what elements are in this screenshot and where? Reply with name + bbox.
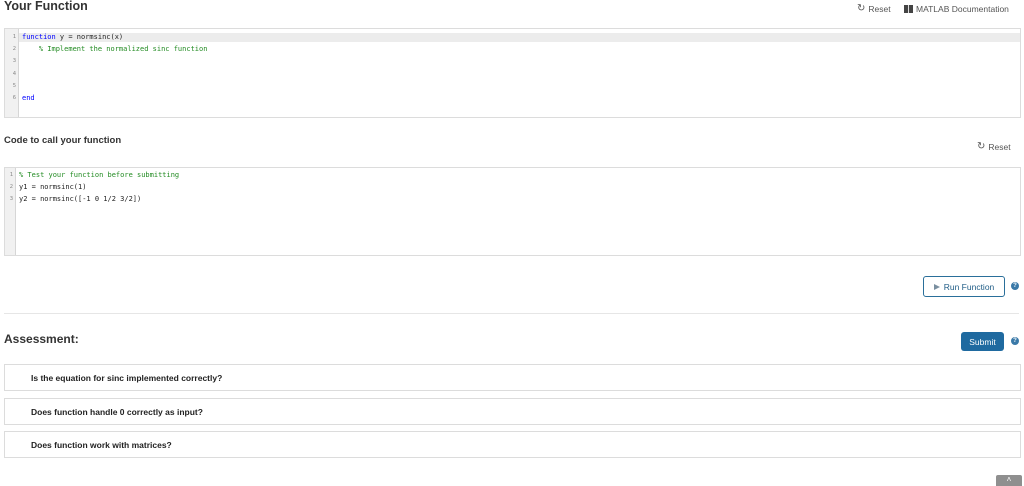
help-icon[interactable]: ?	[1011, 337, 1019, 345]
reset-icon: ↻	[977, 141, 986, 152]
assessment-item[interactable]: Is the equation for sinc implemented cor…	[4, 364, 1021, 391]
assessment-item[interactable]: Does function work with matrices?	[4, 431, 1021, 458]
code-comment-line: % Test your function before submitting	[19, 171, 180, 179]
code-line: y2 = normsinc([-1 0 1/2 3/2])	[19, 195, 142, 203]
code-text: y = normsinc(x)	[55, 33, 124, 41]
call-reset-button[interactable]: ↻ Reset	[977, 141, 1011, 153]
line-number: 5	[12, 83, 16, 89]
line-number: 6	[12, 95, 16, 101]
line-number: 3	[9, 196, 13, 202]
line-number-gutter: 1 2 3	[5, 168, 16, 255]
assessment-item-label: Does function handle 0 correctly as inpu…	[31, 406, 203, 417]
submit-button[interactable]: Submit	[961, 332, 1004, 351]
call-code-editor[interactable]: 1 2 3 % Test your function before submit…	[4, 167, 1021, 256]
section-divider	[4, 313, 1019, 314]
documentation-icon	[904, 5, 913, 13]
line-number: 1	[12, 34, 16, 40]
matlab-documentation-label: MATLAB Documentation	[916, 4, 1009, 14]
keyword-end: end	[22, 94, 35, 102]
line-number: 2	[12, 46, 16, 52]
assessment-item-label: Does function work with matrices?	[31, 439, 172, 450]
function-code-editor[interactable]: 1 2 3 4 5 6 function y = normsinc(x) % I…	[4, 28, 1021, 118]
current-line-highlight	[18, 33, 1020, 42]
call-reset-label: Reset	[988, 142, 1011, 152]
assessment-title: Assessment:	[4, 332, 79, 346]
code-line: y1 = normsinc(1)	[19, 183, 87, 191]
line-number: 4	[12, 71, 16, 77]
assessment-item-label: Is the equation for sinc implemented cor…	[31, 372, 223, 383]
chevron-up-icon: ˄	[1006, 475, 1012, 484]
your-function-title: Your Function	[4, 0, 88, 13]
keyword-function: function	[22, 33, 56, 41]
code-line: end	[22, 94, 35, 102]
scroll-to-top-button[interactable]: ˄	[996, 475, 1022, 486]
line-number: 1	[9, 172, 13, 178]
run-function-button[interactable]: Run Function	[923, 276, 1005, 297]
line-number: 3	[12, 58, 16, 64]
run-function-label: Run Function	[943, 281, 995, 292]
matlab-documentation-link[interactable]: MATLAB Documentation	[904, 4, 1009, 14]
call-code-title: Code to call your function	[4, 135, 122, 146]
assessment-item[interactable]: Does function handle 0 correctly as inpu…	[4, 398, 1021, 425]
function-reset-label: Reset	[868, 4, 891, 14]
help-icon[interactable]: ?	[1011, 282, 1019, 290]
reset-icon: ↻	[857, 3, 866, 14]
code-comment-line: % Implement the normalized sinc function	[22, 45, 208, 53]
line-number: 2	[9, 184, 13, 190]
play-icon	[933, 283, 940, 290]
line-number-gutter: 1 2 3 4 5 6	[5, 29, 19, 117]
code-line: function y = normsinc(x)	[22, 33, 123, 41]
function-reset-button[interactable]: ↻ Reset	[857, 3, 891, 15]
